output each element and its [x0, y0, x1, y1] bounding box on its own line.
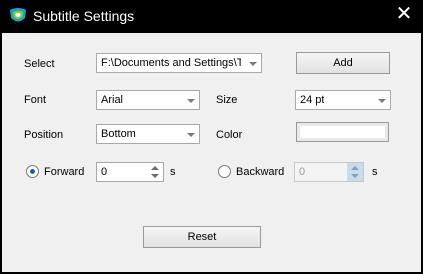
- chevron-down-icon: [187, 133, 195, 137]
- forward-label[interactable]: Forward: [44, 166, 84, 178]
- size-select[interactable]: 24 pt: [295, 90, 391, 110]
- color-picker-button[interactable]: [296, 122, 389, 142]
- spin-up-icon[interactable]: [347, 163, 363, 172]
- size-label: Size: [216, 94, 238, 106]
- chevron-down-icon: [187, 99, 195, 103]
- color-swatch: [300, 126, 385, 138]
- position-label: Position: [24, 129, 64, 141]
- spin-up-icon[interactable]: [147, 163, 163, 172]
- position-select[interactable]: Bottom: [96, 124, 200, 144]
- chevron-down-icon: [249, 62, 257, 66]
- backward-label[interactable]: Backward: [236, 166, 284, 178]
- app-logo-icon: [10, 8, 26, 22]
- font-label: Font: [24, 94, 47, 106]
- font-value: Arial: [101, 94, 124, 106]
- add-button[interactable]: Add: [296, 52, 390, 74]
- select-file-value: F:\Documents and Settings\Th: [101, 57, 241, 69]
- spin-down-icon[interactable]: [347, 172, 363, 181]
- select-file-combo[interactable]: F:\Documents and Settings\Th: [96, 53, 262, 73]
- position-value: Bottom: [101, 128, 136, 140]
- dialog-body: Select F:\Documents and Settings\Th Add …: [2, 33, 421, 272]
- reset-button[interactable]: Reset: [143, 226, 261, 248]
- subtitle-settings-dialog: Subtitle Settings ✕ Select F:\Documents …: [0, 0, 423, 274]
- font-select[interactable]: Arial: [96, 90, 200, 110]
- size-value: 24 pt: [300, 94, 325, 106]
- radio-selected-dot: [30, 169, 35, 174]
- chevron-down-icon: [378, 99, 386, 103]
- forward-stepper[interactable]: 0: [96, 162, 164, 182]
- color-label: Color: [216, 129, 243, 141]
- backward-stepper[interactable]: 0: [294, 162, 364, 182]
- backward-unit: s: [372, 166, 378, 178]
- backward-value: 0: [299, 166, 306, 178]
- close-icon[interactable]: ✕: [393, 4, 415, 26]
- title-bar[interactable]: Subtitle Settings ✕: [0, 0, 423, 33]
- spin-down-icon[interactable]: [147, 172, 163, 181]
- forward-value: 0: [101, 166, 108, 178]
- forward-unit: s: [170, 166, 176, 178]
- window-title: Subtitle Settings: [33, 8, 135, 24]
- select-label: Select: [24, 58, 55, 70]
- forward-radio[interactable]: [26, 165, 39, 178]
- backward-radio[interactable]: [218, 165, 231, 178]
